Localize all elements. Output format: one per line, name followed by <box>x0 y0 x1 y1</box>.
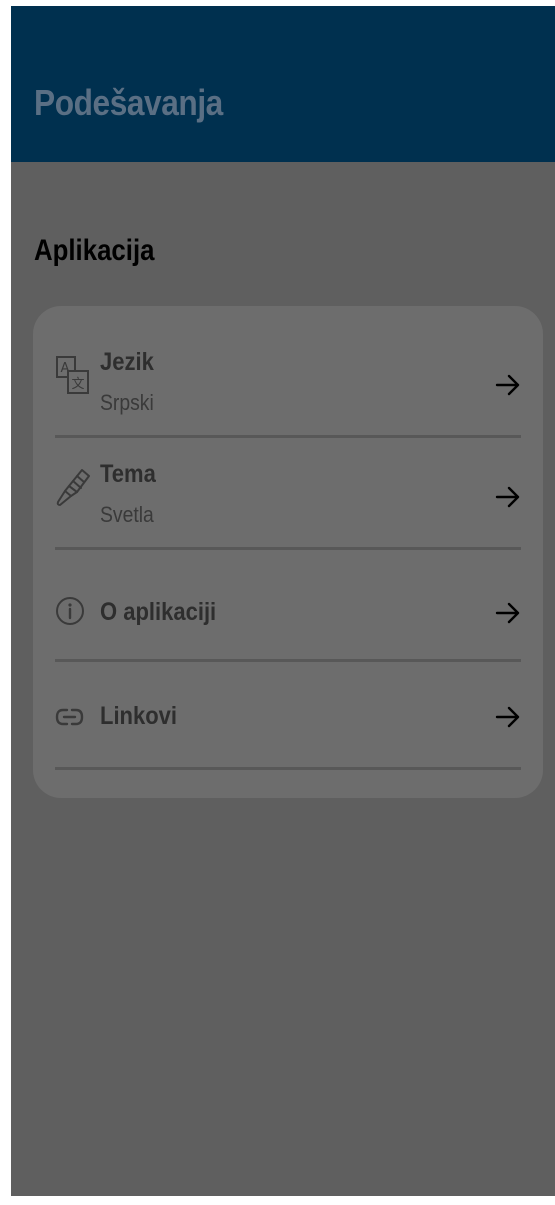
link-icon <box>55 702 91 742</box>
divider <box>55 767 521 770</box>
section-title: Aplikacija <box>34 234 155 267</box>
divider <box>55 547 521 550</box>
arrow-right-icon <box>495 372 521 398</box>
svg-text:文: 文 <box>72 377 85 392</box>
page-title: Podešavanja <box>34 82 223 123</box>
links-label: Linkovi <box>100 702 178 730</box>
arrow-right-icon <box>495 704 521 730</box>
links-setting-item[interactable]: Linkovi <box>55 684 521 770</box>
settings-card: A 文 Jezik Srpski Tema Svetla O aplikacij… <box>33 306 543 798</box>
about-setting-item[interactable]: O aplikaciji <box>55 572 521 662</box>
app-bar: Podešavanja <box>11 6 555 162</box>
language-setting-item[interactable]: A 文 Jezik Srpski <box>55 348 521 438</box>
arrow-right-icon <box>495 484 521 510</box>
info-icon <box>55 594 91 634</box>
about-label: O aplikaciji <box>100 598 217 626</box>
settings-screen: Podešavanja Aplikacija A 文 Jezik Srpski <box>11 6 555 1196</box>
arrow-right-icon <box>495 600 521 626</box>
theme-setting-item[interactable]: Tema Svetla <box>55 460 521 550</box>
language-label: Jezik <box>100 348 154 376</box>
translate-icon: A 文 <box>55 355 91 395</box>
theme-value: Svetla <box>100 502 154 527</box>
divider <box>55 659 521 662</box>
language-value: Srpski <box>100 390 154 415</box>
divider <box>55 435 521 438</box>
svg-text:A: A <box>61 361 70 376</box>
theme-label: Tema <box>100 460 156 488</box>
paintbrush-icon <box>55 466 91 506</box>
